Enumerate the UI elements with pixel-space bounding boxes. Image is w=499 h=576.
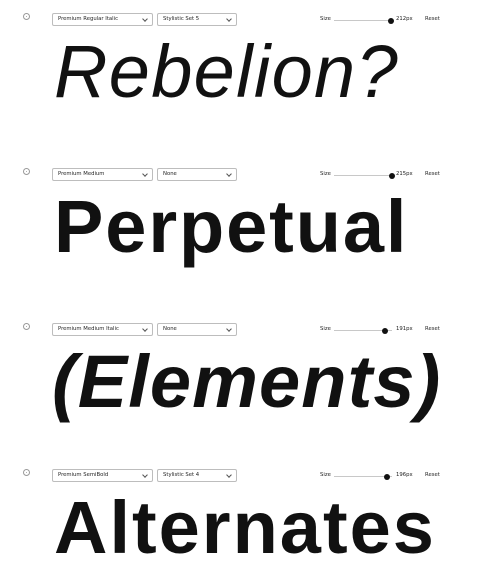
size-slider-handle[interactable]: [382, 327, 389, 334]
specimen-text[interactable]: Rebelion?: [54, 24, 399, 120]
size-slider-handle[interactable]: [383, 473, 390, 480]
size-value: 191px: [396, 326, 413, 332]
chevron-down-icon: [226, 326, 232, 332]
size-value: 196px: [396, 472, 413, 478]
collapse-toggle-icon[interactable]: [23, 323, 30, 330]
size-label: Size: [320, 326, 331, 332]
collapse-toggle-icon[interactable]: [23, 13, 30, 20]
chevron-down-icon: [226, 171, 232, 177]
chevron-down-icon: [142, 171, 148, 177]
chevron-down-icon: [142, 472, 148, 478]
collapse-toggle-icon[interactable]: [23, 168, 30, 175]
stylistic-set-value: None: [163, 326, 177, 332]
chevron-down-icon: [226, 16, 232, 22]
size-slider-handle[interactable]: [387, 17, 394, 24]
reset-button[interactable]: Reset: [425, 472, 440, 478]
reset-button[interactable]: Reset: [425, 16, 440, 22]
font-style-value: Premium Medium: [58, 171, 105, 177]
stylistic-set-value: Stylistic Set 5: [163, 16, 200, 22]
chevron-down-icon: [226, 472, 232, 478]
font-style-value: Premium SemiBold: [58, 472, 109, 478]
specimen-text[interactable]: Perpetual: [54, 179, 408, 275]
chevron-down-icon: [142, 16, 148, 22]
chevron-down-icon: [142, 326, 148, 332]
specimen-text[interactable]: Alternates: [54, 480, 436, 576]
size-label: Size: [320, 171, 331, 177]
collapse-toggle-icon[interactable]: [23, 469, 30, 476]
reset-button[interactable]: Reset: [425, 171, 440, 177]
size-slider-handle[interactable]: [389, 172, 395, 179]
font-style-value: Premium Regular Italic: [58, 16, 118, 22]
size-value: 215px: [396, 171, 413, 177]
size-label: Size: [320, 472, 331, 478]
reset-button[interactable]: Reset: [425, 326, 440, 332]
size-label: Size: [320, 16, 331, 22]
stylistic-set-value: None: [163, 171, 177, 177]
size-slider-track[interactable]: [334, 175, 392, 176]
stylistic-set-value: Stylistic Set 4: [163, 472, 200, 478]
size-value: 212px: [396, 16, 413, 22]
font-style-value: Premium Medium Italic: [58, 326, 119, 332]
size-slider-track[interactable]: [334, 20, 392, 21]
specimen-text[interactable]: (Elements): [52, 334, 441, 430]
